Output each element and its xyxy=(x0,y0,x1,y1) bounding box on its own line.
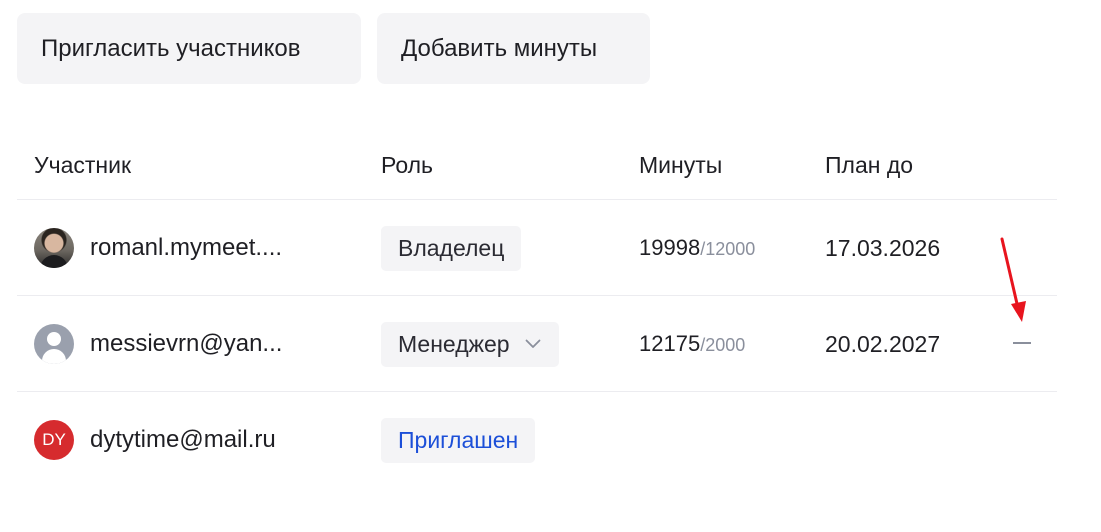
minutes-limit: /12000 xyxy=(700,239,756,259)
role-cell: Приглашен xyxy=(381,392,536,488)
member-cell: romanl.mymeet.... xyxy=(34,200,282,296)
header-minutes: Минуты xyxy=(639,152,723,178)
member-cell: DY dytytime@mail.ru xyxy=(34,392,276,488)
add-minutes-button[interactable]: Добавить минуты xyxy=(377,13,650,84)
member-email: romanl.mymeet.... xyxy=(90,234,283,261)
header-role: Роль xyxy=(381,152,434,178)
members-page: Пригласить участников Добавить минуты Уч… xyxy=(0,0,1101,532)
minutes-used: 19998/12000 xyxy=(639,235,755,261)
members-table: Участник Роль Минуты План до romanl.myme… xyxy=(17,128,1057,488)
member-email: messievrn@yan... xyxy=(90,330,283,357)
table-row: DY dytytime@mail.ru Приглашен xyxy=(17,392,1057,488)
invited-status-badge: Приглашен xyxy=(381,417,536,463)
minutes-used-value: 19998 xyxy=(639,235,701,260)
role-badge: Владелец xyxy=(381,225,522,271)
chevron-down-icon xyxy=(524,335,542,353)
avatar-initials: DY xyxy=(42,430,66,449)
invite-members-button[interactable]: Пригласить участников xyxy=(17,13,361,84)
user-icon-body xyxy=(42,349,66,364)
avatar xyxy=(34,228,74,268)
minutes-used: 12175/2000 xyxy=(639,331,745,357)
minutes-used-value: 12175 xyxy=(639,331,701,356)
plan-until-date: 17.03.2026 xyxy=(825,234,941,261)
header-member: Участник xyxy=(34,152,132,178)
default-user-icon xyxy=(34,324,74,364)
table-header: Участник Роль Минуты План до xyxy=(17,128,1057,200)
avatar: DY xyxy=(34,420,74,460)
annotation-arrow-icon xyxy=(1000,237,1026,322)
remove-member-button[interactable] xyxy=(1011,332,1033,354)
plan-until-date: 20.02.2027 xyxy=(825,330,941,357)
plan-until-cell: 17.03.2026 xyxy=(825,200,940,296)
minutes-limit: /2000 xyxy=(700,335,746,355)
role-select[interactable]: Менеджер xyxy=(381,321,559,367)
table-row: messievrn@yan... Менеджер 12175/2000 20.… xyxy=(17,296,1057,392)
member-email: dytytime@mail.ru xyxy=(90,426,276,453)
role-select-value: Менеджер xyxy=(398,330,510,357)
toolbar: Пригласить участников Добавить минуты xyxy=(17,13,650,84)
minutes-cell: 19998/12000 xyxy=(639,200,755,296)
table-row: romanl.mymeet.... Владелец 19998/12000 1… xyxy=(17,200,1057,296)
user-icon-head xyxy=(47,332,61,346)
minutes-cell: 12175/2000 xyxy=(639,296,745,392)
avatar-photo-shoulders xyxy=(40,255,68,268)
remove-dash-icon xyxy=(1013,342,1031,344)
role-cell: Владелец xyxy=(381,200,522,296)
role-cell: Менеджер xyxy=(381,296,559,392)
member-cell: messievrn@yan... xyxy=(34,296,282,392)
header-plan-until: План до xyxy=(825,152,914,178)
plan-until-cell: 20.02.2027 xyxy=(825,296,940,392)
